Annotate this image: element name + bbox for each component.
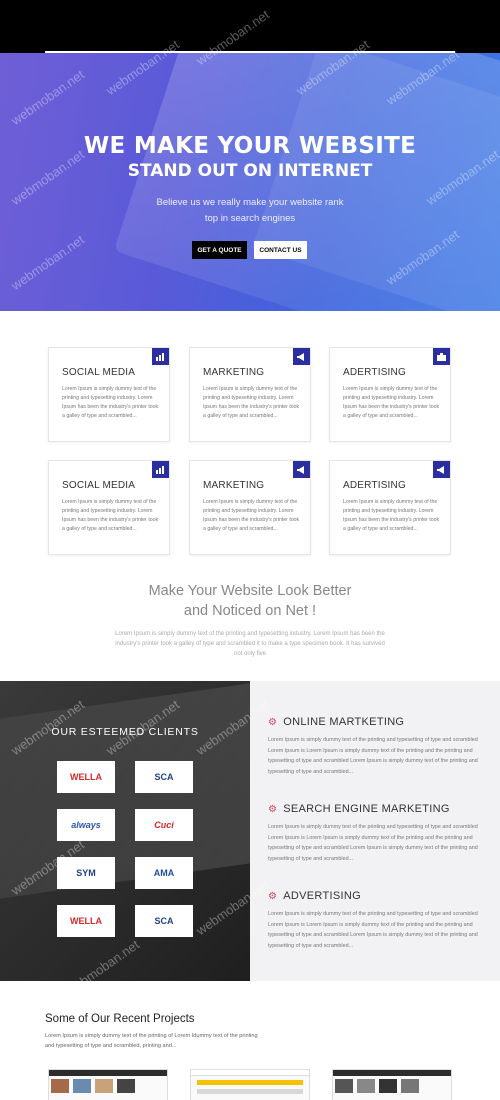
intro-text: Lorem Ipsum is simply dummy text of the …: [115, 631, 385, 657]
service-title: SOCIAL MEDIA: [62, 367, 136, 378]
offering-item: ⚙ SEARCH ENGINE MARKETING Lorem Ipsum is …: [268, 803, 483, 864]
bar-chart-icon: [152, 461, 169, 478]
megaphone-icon: [293, 461, 310, 478]
gears-icon: ⚙: [268, 803, 278, 815]
service-text: Lorem Ipsum is simply dummy text of the …: [62, 386, 159, 419]
get-quote-button[interactable]: GET A QUOTE: [192, 241, 247, 259]
service-title: MARKETING: [203, 367, 265, 378]
top-bar: [0, 0, 500, 53]
service-card[interactable]: ADERTISING Lorem Ipsum is simply dummy t…: [329, 347, 451, 442]
client-logo-text: AMA: [153, 868, 175, 878]
service-title: MARKETING: [203, 480, 265, 491]
laptop-background-image: [0, 683, 250, 899]
hero-title: WE MAKE YOUR WEBSITE: [83, 133, 417, 159]
client-logo-text: SCA: [154, 916, 174, 926]
offerings-section: ⚙ ONLINE MARTKETING Lorem Ipsum is simply…: [250, 681, 500, 981]
service-title: ADERTISING: [343, 480, 406, 491]
client-logo-always: always: [57, 809, 115, 841]
client-logo-text: SCA: [154, 772, 174, 782]
hero-subtitle-line: STAND OUT ON INTERNET: [127, 161, 373, 181]
service-text: Lorem Ipsum is simply dummy text of the …: [203, 386, 300, 419]
client-logo-wella: WELLA: [57, 761, 115, 793]
intro-heading-line2: and Noticed on Net !: [183, 603, 317, 619]
projects-title: Some of Our Recent Projects: [45, 1013, 195, 1025]
client-logo-text: WELLA: [70, 772, 102, 782]
hero-banner: WE MAKE YOUR WEBSITE STAND OUT ON INTERN…: [0, 53, 500, 311]
offering-item: ⚙ ADVERTISING Lorem Ipsum is simply dummy…: [268, 890, 483, 951]
client-logo-sca: SCA: [135, 761, 193, 793]
service-card[interactable]: MARKETING Lorem Ipsum is simply dummy te…: [189, 460, 311, 555]
client-logo-sca: SCA: [135, 905, 193, 937]
service-card[interactable]: ADERTISING Lorem Ipsum is simply dummy t…: [329, 460, 451, 555]
intro-heading-line1: Make Your Website Look Better: [148, 583, 352, 599]
hero-description: Believe us we really make your website r…: [156, 197, 344, 224]
gears-icon: ⚙: [268, 890, 278, 902]
offering-title: ADVERTISING: [283, 890, 361, 902]
project-thumbnail[interactable]: [190, 1069, 310, 1100]
service-text: Lorem Ipsum is simply dummy text of the …: [62, 499, 159, 532]
service-text: Lorem Ipsum is simply dummy text of the …: [343, 386, 440, 419]
gears-icon: ⚙: [268, 716, 278, 728]
briefcase-icon: [433, 348, 450, 365]
client-logo-ama: AMA: [135, 857, 193, 889]
offering-title: SEARCH ENGINE MARKETING: [283, 803, 450, 815]
client-logo-text: always: [71, 820, 101, 830]
project-thumbnail[interactable]: [332, 1069, 452, 1100]
offering-text: Lorem Ipsum is simply dummy text of the …: [268, 911, 478, 949]
client-logo-sym: SYM: [57, 857, 115, 889]
service-card[interactable]: SOCIAL MEDIA Lorem Ipsum is simply dummy…: [48, 347, 170, 442]
megaphone-icon: [293, 348, 310, 365]
projects-text: Lorem Ipsum is simply dummy text of the …: [45, 1033, 258, 1049]
client-logo-cuci: Cuci: [135, 809, 193, 841]
clients-section: OUR ESTEEMED CLIENTS WELLA SCA always Cu…: [0, 681, 250, 981]
clients-title: OUR ESTEEMED CLIENTS: [51, 726, 199, 738]
client-logo-text: SYM: [76, 868, 96, 878]
service-text: Lorem Ipsum is simply dummy text of the …: [203, 499, 300, 532]
client-logo-text: WELLA: [70, 916, 102, 926]
offering-text: Lorem Ipsum is simply dummy text of the …: [268, 737, 478, 775]
offering-title: ONLINE MARTKETING: [283, 716, 405, 728]
offering-item: ⚙ ONLINE MARTKETING Lorem Ipsum is simply…: [268, 716, 483, 777]
project-thumbnail[interactable]: [48, 1069, 168, 1100]
service-title: SOCIAL MEDIA: [62, 480, 136, 491]
service-card[interactable]: MARKETING Lorem Ipsum is simply dummy te…: [189, 347, 311, 442]
service-card[interactable]: SOCIAL MEDIA Lorem Ipsum is simply dummy…: [48, 460, 170, 555]
client-logo-text: Cuci: [154, 820, 174, 830]
megaphone-icon: [433, 461, 450, 478]
offering-text: Lorem Ipsum is simply dummy text of the …: [268, 824, 478, 862]
service-title: ADERTISING: [343, 367, 406, 378]
contact-us-button[interactable]: CONTACT US: [254, 241, 307, 259]
bar-chart-icon: [152, 348, 169, 365]
intro-heading: Make Your Website Look Better and Notice…: [0, 581, 500, 621]
client-logo-wella: WELLA: [57, 905, 115, 937]
service-text: Lorem Ipsum is simply dummy text of the …: [343, 499, 440, 532]
